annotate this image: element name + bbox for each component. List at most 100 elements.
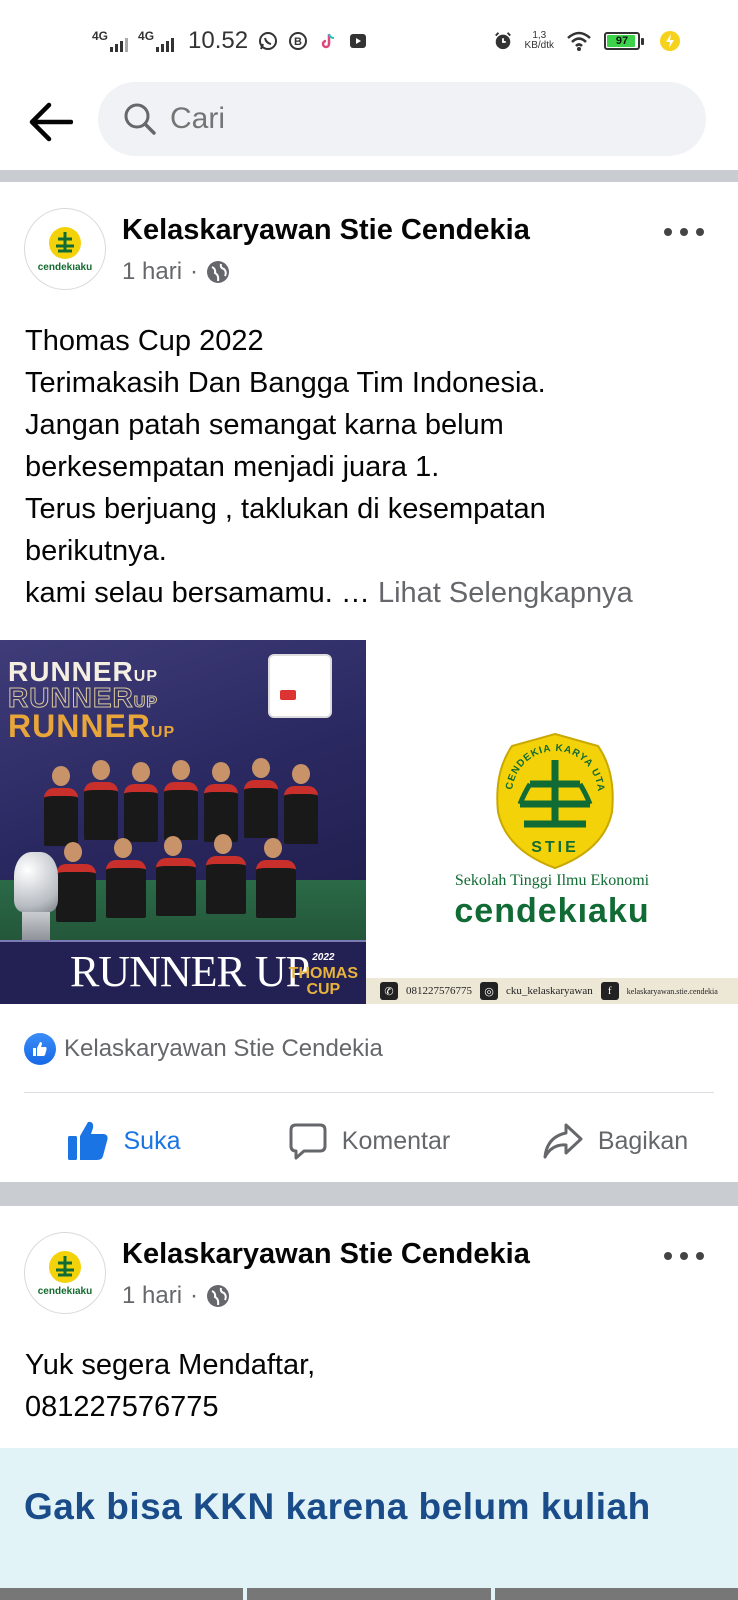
player-figure — [124, 762, 158, 842]
share-label: Bagikan — [597, 1126, 689, 1155]
play-icon — [348, 31, 368, 51]
meta-separator: · — [190, 1282, 199, 1309]
search-bar[interactable] — [98, 82, 706, 156]
post-body: Yuk segera Mendaftar, 081227576775 — [25, 1344, 725, 1428]
player-figure — [164, 760, 198, 840]
post-time[interactable]: 1 hari — [122, 1282, 182, 1310]
avatar-wordmark: cendekıaku — [37, 261, 93, 273]
thomas-word: THOMAS — [288, 965, 358, 982]
thumbs-up-icon — [67, 1121, 108, 1160]
logo-caption: Sekolah Tinggi Ilmu Ekonomi — [454, 872, 650, 889]
like-button[interactable]: Suka — [0, 1106, 246, 1176]
stie-logo-image[interactable]: CENDEKIA KARYA UTAMA STIE Sekolah Tinggi… — [366, 640, 738, 1004]
globe-icon — [207, 261, 230, 283]
post-actions: Suka Komentar Bagikan — [0, 1106, 738, 1176]
runner-up-banner-text: RUNNER UP — [70, 947, 310, 996]
post-line: Yuk segera Mendaftar, — [25, 1349, 316, 1381]
whatsapp-icon — [258, 31, 278, 51]
alarm-icon — [493, 31, 513, 51]
stie-logo-icon — [49, 1250, 81, 1283]
globe-icon — [207, 1285, 230, 1307]
meta-separator: · — [190, 258, 199, 285]
post-line: Terus berjuang , taklukan di kesempatan — [25, 493, 546, 525]
dot — [696, 1252, 704, 1260]
post-line: 081227576775 — [25, 1391, 219, 1423]
signal-icon — [156, 38, 175, 52]
share-icon — [543, 1123, 583, 1159]
team-photo — [36, 748, 336, 928]
cup-word: CUP — [306, 981, 341, 998]
reaction-names: Kelaskaryawan Stie Cendekia — [64, 1035, 383, 1062]
contact-instagram: cku_kelaskaryawan — [506, 985, 593, 997]
dot — [680, 228, 688, 236]
battery-level: 97 — [615, 35, 629, 47]
avatar[interactable]: cendekıaku — [24, 1232, 106, 1314]
search-input[interactable] — [170, 102, 650, 136]
action-divider — [24, 1092, 714, 1093]
logo-stie-text: STIE — [531, 839, 579, 856]
search-icon — [122, 101, 158, 137]
player-figure — [244, 758, 278, 838]
post-image-grid[interactable]: RUNNERUP RUNNERUP RUNNERUP RUNNER UP 202… — [0, 640, 738, 1004]
comment-label: Komentar — [341, 1126, 451, 1155]
logo-wordmark: cendekıaku — [454, 892, 650, 930]
trophy-cup — [14, 852, 58, 912]
status-bar: 4G 4G 10.52 B 1,3 KB/dtk 97 — [0, 0, 738, 78]
post-line-last: kami selau bersamamu. … Lihat Selengkapn… — [25, 572, 725, 614]
b-icon: B — [288, 31, 308, 51]
feed-divider — [0, 170, 738, 182]
player-figure — [284, 764, 318, 844]
post-meta: 1 hari · — [122, 258, 230, 286]
contact-strip: ✆ 081227576775 ◎ cku_kelaskaryawan f kel… — [366, 978, 738, 1004]
search-header — [0, 78, 738, 168]
runner-up-poster[interactable]: RUNNERUP RUNNERUP RUNNERUP RUNNER UP 202… — [0, 640, 366, 1004]
back-button[interactable] — [22, 94, 78, 150]
post-line: Terimakasih Dan Bangga Tim Indonesia. — [25, 367, 546, 399]
post-author[interactable]: Kelaskaryawan Stie Cendekia — [122, 214, 530, 247]
battery-icon: 97 — [604, 32, 644, 50]
poster-runner-text: RUNNERUP — [8, 708, 175, 745]
post-image-headline: Gak bisa KKN karena belum kuliah — [24, 1486, 651, 1527]
post-line: Thomas Cup 2022 — [25, 325, 264, 357]
feed-divider — [0, 1182, 738, 1206]
thomas-cup-logo-icon — [268, 654, 332, 718]
post-author[interactable]: Kelaskaryawan Stie Cendekia — [122, 1238, 530, 1271]
thomas-cup-mark: 2022 THOMAS CUP — [289, 950, 358, 998]
network-indicator-2: 4G — [138, 29, 175, 52]
player-figure — [106, 838, 146, 918]
player-figure — [156, 836, 196, 916]
post-line: berikutnya. — [25, 535, 167, 567]
like-label: Suka — [123, 1126, 181, 1155]
comment-button[interactable]: Komentar — [246, 1106, 492, 1176]
see-more-link[interactable]: Lihat Selengkapnya — [378, 577, 633, 609]
post-options-button[interactable] — [664, 1246, 704, 1266]
network-indicator-1: 4G — [92, 29, 129, 52]
instagram-icon: ◎ — [480, 982, 498, 1000]
player-figure — [256, 838, 296, 918]
tiktok-icon — [318, 31, 338, 51]
network-label: 4G — [92, 29, 109, 43]
avatar[interactable]: cendekıaku — [24, 208, 106, 290]
charging-icon — [658, 29, 682, 53]
reaction-summary[interactable]: Kelaskaryawan Stie Cendekia — [24, 1032, 383, 1066]
share-button[interactable]: Bagikan — [492, 1106, 738, 1176]
comment-icon — [289, 1123, 327, 1160]
post-image[interactable]: Gak bisa KKN karena belum kuliah — [0, 1448, 738, 1600]
svg-text:B: B — [294, 36, 302, 48]
clock: 10.52 — [188, 27, 249, 54]
post-time[interactable]: 1 hari — [122, 258, 182, 286]
stie-shield-logo: CENDEKIA KARYA UTAMA STIE — [490, 732, 614, 870]
player-figure — [84, 760, 118, 840]
post-body: Thomas Cup 2022 Terimakasih Dan Bangga T… — [25, 320, 725, 614]
post-header: cendekıaku Kelaskaryawan Stie Cendekia 1… — [0, 208, 738, 308]
arrow-left-icon — [29, 102, 73, 142]
network-speed: 1,3 KB/dtk — [525, 31, 554, 51]
post-line: kami selau bersamamu. … — [25, 577, 378, 609]
contact-facebook: kelaskaryawan.stie.cendekia — [626, 986, 718, 996]
speed-unit: KB/dtk — [524, 40, 554, 51]
post-options-button[interactable] — [664, 222, 704, 242]
avatar-wordmark: cendekıaku — [37, 1285, 93, 1297]
network-label: 4G — [138, 29, 155, 43]
post-meta: 1 hari · — [122, 1282, 230, 1310]
thomas-year: 2022 — [312, 952, 335, 963]
